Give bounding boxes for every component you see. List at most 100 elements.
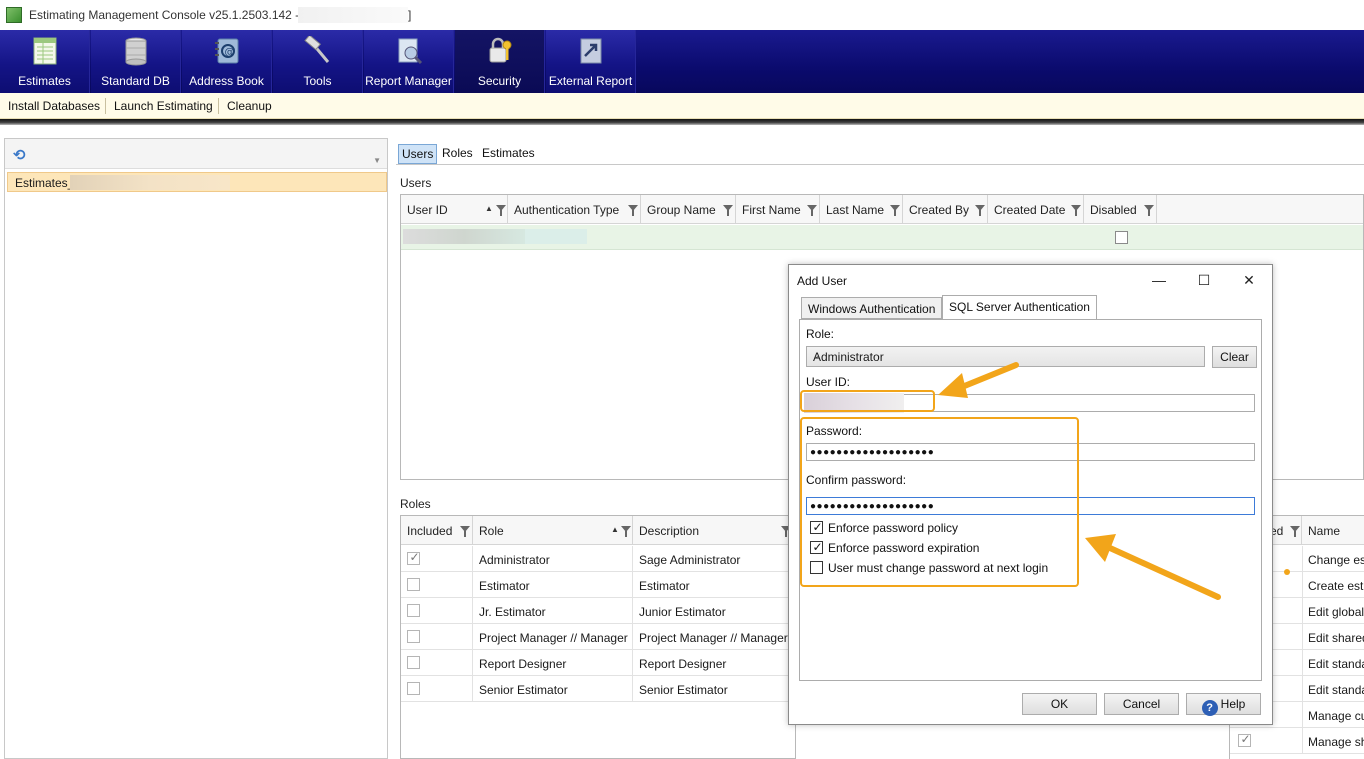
role-name: Project Manager // Manager <box>479 631 628 645</box>
maximize-icon[interactable]: ☐ <box>1189 269 1219 291</box>
ribbon-report-manager-button[interactable]: Report Manager <box>364 30 454 93</box>
tab-strip-border <box>396 164 1364 165</box>
column-label: Group Name <box>647 203 716 217</box>
ok-button[interactable]: OK <box>1022 693 1097 715</box>
filter-icon[interactable] <box>1144 205 1154 216</box>
user-id-highlight <box>800 390 935 412</box>
column-role[interactable]: Role ▲ <box>473 516 633 545</box>
tab-windows-authentication[interactable]: Windows Authentication <box>801 297 943 319</box>
user-id-label: User ID: <box>806 375 851 389</box>
report-manager-icon <box>398 38 423 65</box>
included-checkbox[interactable] <box>407 630 420 643</box>
table-row[interactable] <box>401 225 1363 250</box>
toolbar-shadow <box>0 119 1364 125</box>
role-name: Senior Estimator <box>479 683 568 697</box>
table-row[interactable]: Estimator Estimator <box>401 572 795 598</box>
tab-sql-server-authentication[interactable]: SQL Server Authentication <box>942 295 1097 320</box>
roles-section-label: Roles <box>400 497 431 511</box>
ribbon-tools-button[interactable]: Tools <box>273 30 363 93</box>
filter-icon[interactable] <box>807 205 817 216</box>
minimize-icon[interactable]: — <box>1144 269 1174 291</box>
column-label: Created By <box>909 203 970 217</box>
tab-users[interactable]: Users <box>398 144 438 164</box>
ribbon: Estimates Standard DB @ Address Book Too… <box>0 30 1364 93</box>
security-keys-icon <box>489 37 512 63</box>
disabled-checkbox[interactable] <box>1115 231 1128 244</box>
filter-icon[interactable] <box>890 205 900 216</box>
column-group-name[interactable]: Group Name <box>641 195 736 224</box>
column-label: Last Name <box>826 203 885 217</box>
install-databases-link[interactable]: Install Databases <box>8 99 100 113</box>
column-label: Included <box>407 524 453 538</box>
permission-checkbox[interactable]: ✓ <box>1238 732 1251 747</box>
ribbon-label: Estimates <box>18 74 71 88</box>
included-checkbox[interactable] <box>407 604 420 617</box>
permission-name: Edit standa <box>1308 683 1364 697</box>
tab-estimates[interactable]: Estimates <box>479 144 538 164</box>
permission-name: Edit global <box>1308 605 1364 619</box>
included-checkbox[interactable] <box>407 578 420 591</box>
column-name[interactable]: Name <box>1302 516 1364 545</box>
filter-icon[interactable] <box>1071 205 1081 216</box>
table-row[interactable]: Jr. Estimator Junior Estimator <box>401 598 795 624</box>
dialog-title: Add User <box>797 274 848 288</box>
included-checkbox[interactable]: ✓ <box>407 550 420 565</box>
refresh-icon[interactable]: ⟲ <box>13 146 31 164</box>
table-row[interactable]: Project Manager // Manager Project Manag… <box>401 624 795 650</box>
filter-icon[interactable] <box>628 205 638 216</box>
tab-roles[interactable]: Roles <box>439 144 476 164</box>
column-last-name[interactable]: Last Name <box>820 195 903 224</box>
filter-icon[interactable] <box>723 205 733 216</box>
checkmark-icon: ✓ <box>1240 732 1251 746</box>
column-first-name[interactable]: First Name <box>736 195 820 224</box>
included-checkbox[interactable] <box>407 656 420 669</box>
cleanup-link[interactable]: Cleanup <box>227 99 272 113</box>
column-included[interactable]: Included <box>401 516 473 545</box>
help-button[interactable]: ? Help <box>1186 693 1261 716</box>
sort-ascending-icon: ▲ <box>485 204 493 213</box>
filter-icon[interactable] <box>621 526 631 537</box>
filter-icon[interactable] <box>496 205 506 216</box>
close-icon[interactable]: ✕ <box>1234 269 1264 291</box>
cancel-button[interactable]: Cancel <box>1104 693 1179 715</box>
table-row[interactable]: Report Designer Report Designer <box>401 650 795 676</box>
app-icon <box>6 7 22 23</box>
table-row[interactable]: ✓ Manage sh <box>1230 728 1364 754</box>
role-name: Administrator <box>479 553 550 567</box>
table-row[interactable]: Senior Estimator Senior Estimator <box>401 676 795 702</box>
help-icon: ? <box>1201 700 1218 716</box>
filter-icon[interactable] <box>975 205 985 216</box>
launch-estimating-link[interactable]: Launch Estimating <box>114 99 213 113</box>
column-created-by[interactable]: Created By <box>903 195 988 224</box>
window-title-end: ] <box>408 8 412 22</box>
users-section-label: Users <box>400 176 432 190</box>
table-row[interactable]: ✓ Administrator Sage Administrator <box>401 546 795 572</box>
role-description: Junior Estimator <box>639 605 726 619</box>
role-description: Senior Estimator <box>639 683 728 697</box>
role-select[interactable]: Administrator ⌄ <box>806 346 1205 367</box>
address-book-icon: @ <box>215 38 239 64</box>
ribbon-address-book-button[interactable]: @ Address Book <box>182 30 272 93</box>
ribbon-estimates-button[interactable]: Estimates <box>0 30 90 93</box>
role-label: Role: <box>806 327 835 341</box>
ribbon-external-report-button[interactable]: External Report <box>546 30 636 93</box>
filter-icon[interactable] <box>1290 526 1300 537</box>
scroll-down-icon[interactable]: ▼ <box>373 156 381 165</box>
column-authentication-type[interactable]: Authentication Type <box>508 195 641 224</box>
included-checkbox[interactable] <box>407 682 420 695</box>
column-description[interactable]: Description <box>633 516 795 545</box>
clear-button[interactable]: Clear <box>1212 346 1257 368</box>
filter-icon[interactable] <box>460 526 470 537</box>
column-created-date[interactable]: Created Date <box>988 195 1084 224</box>
column-disabled[interactable]: Disabled <box>1084 195 1157 224</box>
database-list-item[interactable]: Estimates_ <box>7 172 387 192</box>
column-label: Authentication Type <box>514 203 620 217</box>
chevron-down-icon: ⌄ <box>813 350 821 360</box>
database-name: Estimates_ <box>15 176 75 190</box>
ribbon-standard-db-button[interactable]: Standard DB <box>91 30 181 93</box>
permission-name: Create esti <box>1308 579 1364 593</box>
checkmark-icon: ✓ <box>409 550 420 564</box>
column-user-id[interactable]: User ID ▲ <box>401 195 508 224</box>
ribbon-security-button[interactable]: Security <box>455 30 545 93</box>
ribbon-label: Tools <box>303 74 332 88</box>
